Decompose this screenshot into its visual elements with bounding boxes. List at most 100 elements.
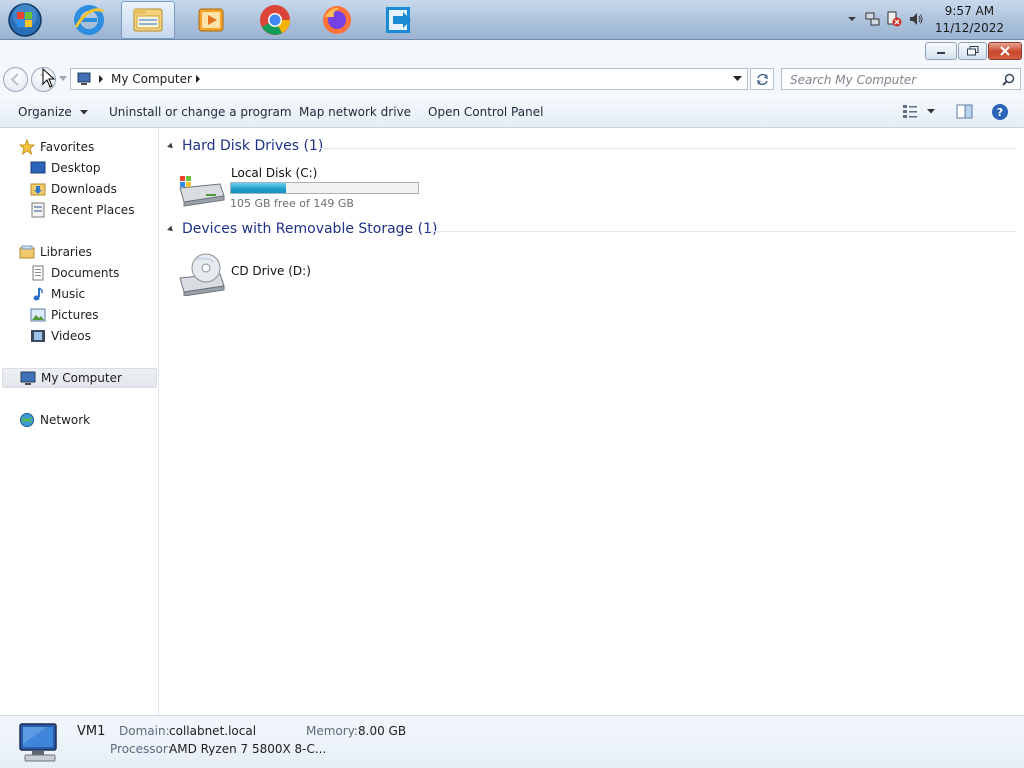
hard-disk-drives-title: Hard Disk Drives (1) [182, 138, 324, 154]
collapse-triangle-icon[interactable] [167, 225, 175, 233]
uninstall-program-button[interactable]: Uninstall or change a program [109, 105, 292, 119]
search-icon[interactable] [1002, 73, 1015, 86]
breadcrumb-arrow-icon[interactable] [98, 75, 104, 83]
search-input[interactable]: Search My Computer [781, 68, 1021, 90]
documents-icon [32, 265, 44, 281]
nav-documents[interactable]: Documents [30, 263, 119, 283]
nav-downloads[interactable]: Downloads [30, 179, 117, 199]
group-divider [320, 148, 1016, 149]
nav-favorites-label: Favorites [40, 140, 95, 154]
nav-desktop[interactable]: Desktop [30, 158, 101, 178]
clock[interactable]: 9:57 AM 11/12/2022 [935, 3, 1004, 37]
nav-desktop-label: Desktop [51, 161, 101, 175]
hard-disk-drives-header[interactable]: Hard Disk Drives (1) [167, 138, 324, 154]
close-button[interactable] [988, 42, 1022, 60]
preview-pane-icon[interactable] [956, 104, 973, 119]
nav-documents-label: Documents [51, 266, 120, 280]
restore-icon [966, 46, 978, 56]
network-globe-icon [20, 413, 34, 427]
nav-my-computer-label: My Computer [41, 371, 122, 385]
collapse-triangle-icon[interactable] [167, 142, 175, 150]
videos-icon [31, 330, 45, 342]
address-dropdown-icon[interactable] [733, 76, 742, 82]
nav-videos[interactable]: Videos [30, 326, 91, 346]
minimize-button[interactable] [925, 42, 957, 60]
local-disk-c-usage-bar [230, 182, 419, 194]
libraries-icon [19, 245, 35, 259]
nav-pictures[interactable]: Pictures [30, 305, 99, 325]
nav-music[interactable]: Music [30, 284, 85, 304]
window-titlebar [0, 40, 1024, 63]
computer-name: VM1 [77, 724, 106, 739]
breadcrumb-arrow-icon[interactable] [195, 75, 201, 83]
nav-network[interactable]: Network [19, 410, 90, 430]
nav-favorites[interactable]: Favorites [19, 137, 94, 157]
mouse-cursor-icon [42, 68, 56, 88]
nav-downloads-label: Downloads [51, 182, 117, 196]
system-tray: 9:57 AM 11/12/2022 [834, 0, 1024, 40]
local-disk-c[interactable]: Local Disk (C:) 105 GB free of 149 GB [174, 166, 424, 212]
remote-app-icon[interactable] [372, 1, 426, 39]
network-tray-icon[interactable] [865, 11, 881, 27]
command-bar: Organize Uninstall or change a program M… [0, 95, 1024, 128]
computer-icon [77, 72, 91, 85]
windows-explorer-icon[interactable] [121, 1, 175, 39]
nav-pictures-label: Pictures [51, 308, 99, 322]
cd-drive-icon [179, 253, 225, 296]
change-view-icon[interactable] [902, 104, 918, 118]
internet-explorer-icon[interactable] [62, 1, 116, 39]
close-icon [1000, 46, 1010, 56]
media-player-icon[interactable] [184, 1, 238, 39]
open-control-panel-button[interactable]: Open Control Panel [428, 105, 543, 119]
cd-drive-d-name: CD Drive (D:) [231, 264, 311, 278]
show-hidden-icons-icon[interactable] [847, 14, 857, 24]
organize-button[interactable]: Organize [18, 105, 88, 119]
usage-bar-fill [231, 183, 287, 193]
nav-libraries-label: Libraries [40, 245, 92, 259]
address-row: My Computer Search My Computer [0, 63, 1024, 95]
nav-music-label: Music [51, 287, 86, 301]
restore-button[interactable] [958, 42, 987, 60]
refresh-button[interactable] [750, 68, 774, 90]
local-disk-c-name: Local Disk (C:) [231, 166, 318, 180]
local-disk-c-free-space: 105 GB free of 149 GB [230, 197, 354, 210]
view-options-dropdown-icon[interactable] [927, 109, 935, 114]
domain-value: collabnet.local [169, 724, 257, 738]
computer-icon [20, 371, 36, 385]
star-icon [19, 139, 35, 155]
recent-pages-dropdown-icon[interactable] [59, 76, 67, 82]
nav-my-computer[interactable]: My Computer [2, 368, 157, 388]
downloads-folder-icon [30, 183, 46, 196]
hard-drive-icon [179, 176, 225, 207]
processor-label: Processor: [110, 742, 172, 756]
chevron-down-icon [79, 110, 88, 115]
back-button[interactable] [3, 67, 28, 92]
start-button[interactable] [6, 2, 44, 38]
pictures-icon [30, 308, 46, 322]
map-network-drive-button[interactable]: Map network drive [299, 105, 411, 119]
cd-drive-d[interactable]: CD Drive (D:) [174, 248, 324, 298]
address-path[interactable]: My Computer [111, 72, 192, 86]
nav-network-label: Network [40, 413, 91, 427]
address-bar[interactable]: My Computer [70, 68, 748, 90]
firefox-icon[interactable] [310, 1, 364, 39]
help-icon[interactable]: ? [991, 103, 1009, 121]
refresh-icon [757, 73, 768, 86]
processor-value: AMD Ryzen 7 5800X 8-C... [169, 742, 327, 756]
group-divider [428, 231, 1016, 232]
removable-storage-header[interactable]: Devices with Removable Storage (1) [167, 221, 437, 237]
minimize-icon [937, 52, 945, 54]
details-pane: VM1 Domain: collabnet.local Memory: 8.00… [0, 715, 1024, 768]
navigation-pane: Favorites Desktop Downloads Recent Place… [0, 128, 159, 715]
nav-recent-places[interactable]: Recent Places [30, 200, 134, 220]
nav-recent-places-label: Recent Places [51, 203, 135, 217]
clock-date: 11/12/2022 [934, 21, 1004, 35]
action-center-icon[interactable] [886, 11, 902, 27]
volume-icon[interactable] [908, 11, 924, 27]
nav-libraries[interactable]: Libraries [19, 242, 92, 262]
svg-text:?: ? [997, 106, 1003, 119]
nav-videos-label: Videos [51, 329, 91, 343]
recent-places-icon [31, 202, 45, 218]
domain-label: Domain: [119, 724, 170, 738]
chrome-icon[interactable] [248, 1, 302, 39]
